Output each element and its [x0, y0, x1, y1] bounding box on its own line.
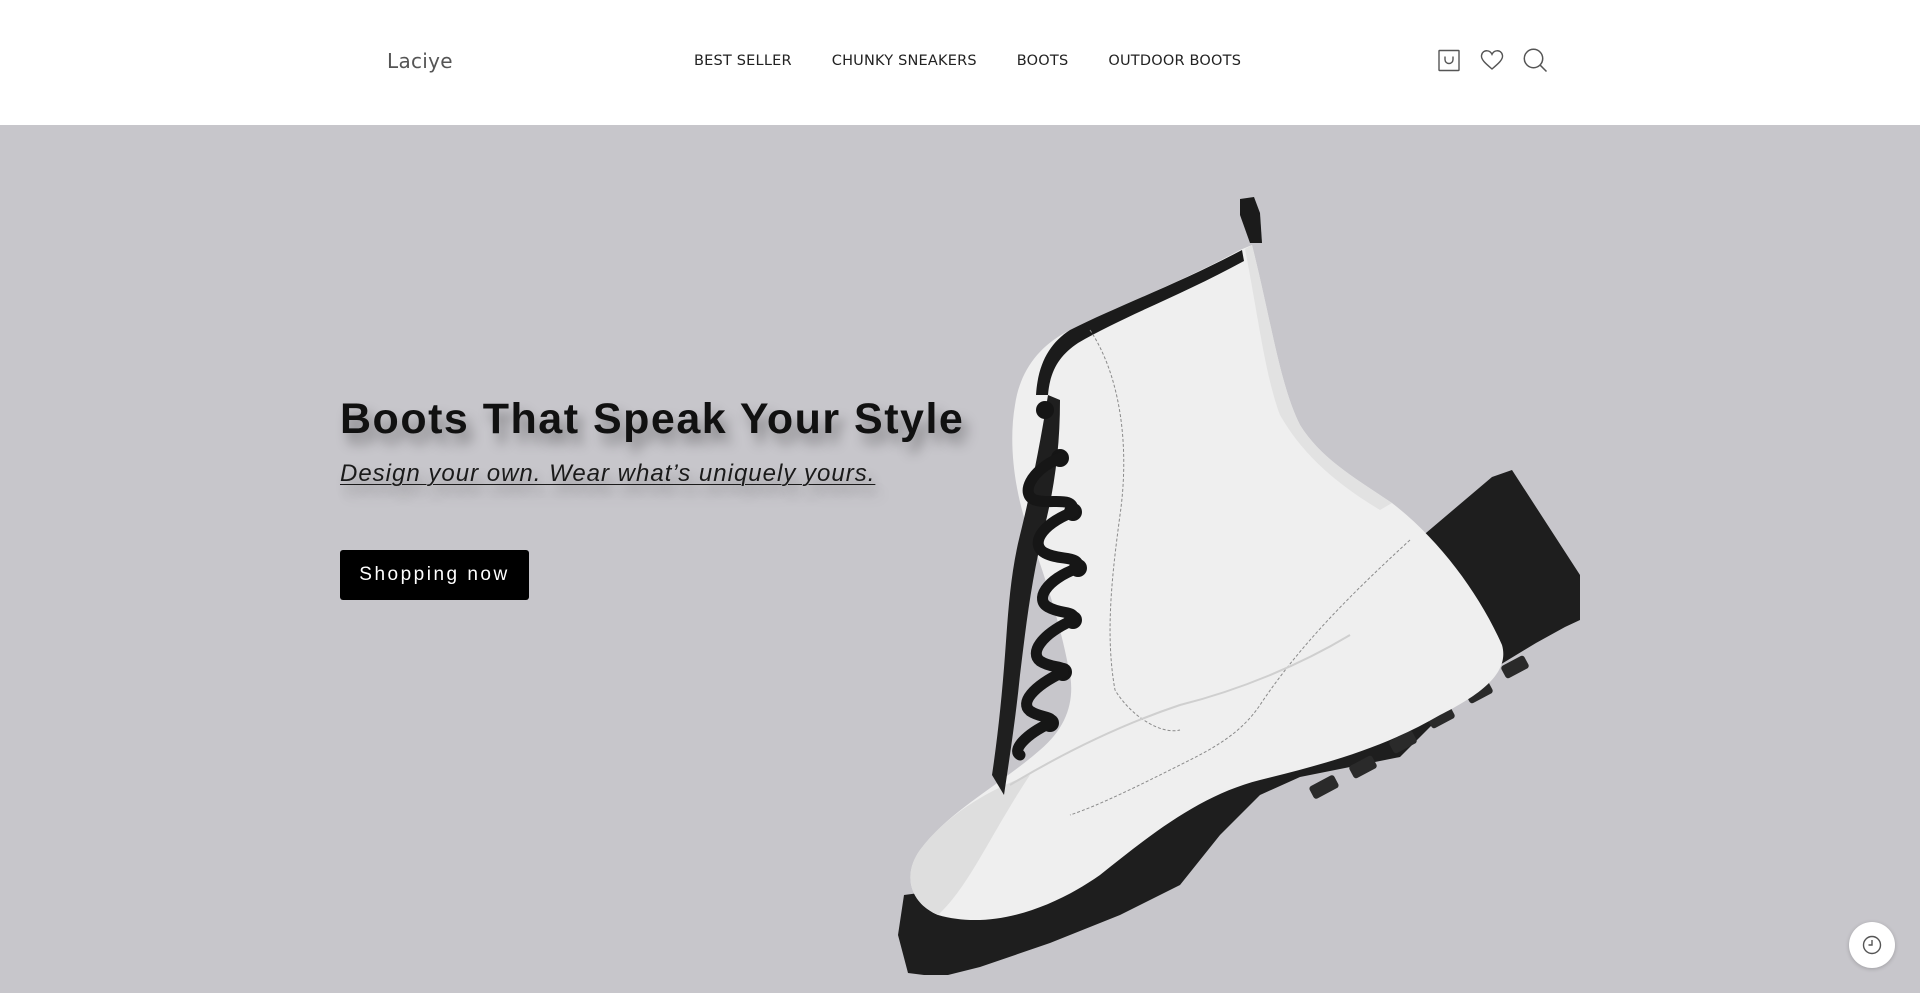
search-icon[interactable]	[1522, 47, 1548, 73]
boot-product-image[interactable]	[880, 195, 1600, 975]
brand-logo[interactable]: Laciye	[387, 49, 453, 73]
hero-title: Boots That Speak Your Style	[340, 395, 965, 443]
shopping-now-button[interactable]: Shopping now	[340, 550, 529, 600]
main-nav: BEST SELLER CHUNKY SNEAKERS BOOTS OUTDOO…	[694, 53, 1241, 69]
nav-item-chunky-sneakers[interactable]: CHUNKY SNEAKERS	[832, 53, 977, 69]
heart-icon[interactable]	[1479, 47, 1505, 73]
hero-banner: Boots That Speak Your Style Design your …	[0, 125, 1920, 993]
nav-item-boots[interactable]: BOOTS	[1017, 53, 1069, 69]
history-clock-icon	[1862, 935, 1882, 955]
nav-item-outdoor-boots[interactable]: OUTDOOR BOOTS	[1108, 53, 1241, 69]
hero-subtitle: Design your own. Wear what’s uniquely yo…	[340, 460, 876, 487]
header-actions	[1436, 47, 1548, 73]
history-button[interactable]	[1849, 922, 1895, 968]
cart-icon[interactable]	[1436, 47, 1462, 73]
nav-item-best-seller[interactable]: BEST SELLER	[694, 53, 792, 69]
site-header: Laciye BEST SELLER CHUNKY SNEAKERS BOOTS…	[0, 0, 1920, 125]
